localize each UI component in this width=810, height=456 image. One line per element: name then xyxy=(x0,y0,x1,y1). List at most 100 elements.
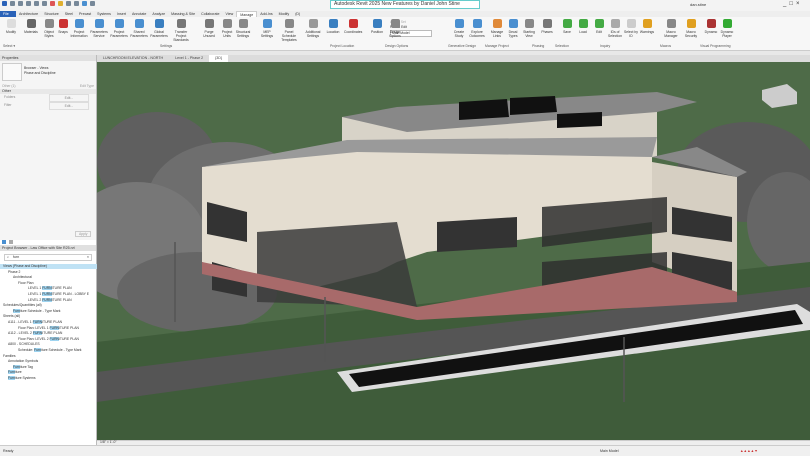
browser-item[interactable]: Phase 2 xyxy=(8,270,20,275)
button-label: Global Parameters xyxy=(150,30,168,38)
browser-item[interactable]: LEVEL 2 FURNITURE PLAN xyxy=(28,297,72,303)
item-text-pre: A112 - LEVEL 2 xyxy=(8,331,33,336)
browser-item[interactable]: Schedule: Furniture Schedule - Type Mark xyxy=(18,348,81,353)
project-information-button[interactable]: Project Information xyxy=(70,19,88,38)
location-button[interactable]: Location xyxy=(324,19,342,34)
sort-icon[interactable] xyxy=(9,240,13,244)
create-study-button[interactable]: Create Study xyxy=(450,19,468,38)
structural-settings-button[interactable]: Structural Settings xyxy=(234,19,252,38)
transfer-project-standards-button[interactable]: Transfer Project Standards xyxy=(172,19,190,42)
browser-item[interactable]: Floor Plan: LEVEL 2 FURNITURE PLAN xyxy=(18,336,79,342)
edit-type-button[interactable]: Edit Type xyxy=(80,83,94,89)
browser-item[interactable]: Furniture Schedule - Type Mark xyxy=(13,308,60,314)
button-label: Snaps xyxy=(58,30,68,34)
shared-parameters-button[interactable]: Shared Parameters xyxy=(130,19,148,38)
close-button[interactable]: × xyxy=(796,1,803,7)
browser-item[interactable]: Families xyxy=(3,354,16,359)
window-controls[interactable]: _□× xyxy=(783,1,802,7)
print-icon[interactable] xyxy=(42,1,47,6)
text-icon[interactable] xyxy=(66,1,71,6)
phases-button[interactable]: Phases xyxy=(538,19,556,34)
revit-logo-icon[interactable] xyxy=(2,1,7,6)
3d-view-icon[interactable] xyxy=(74,1,79,6)
property-edit-button[interactable]: Edit... xyxy=(49,102,89,110)
materials-button[interactable]: Materials xyxy=(22,19,40,34)
browser-item[interactable]: Sheets (all) xyxy=(3,314,20,319)
dynamo-player-button[interactable]: Dynamo Player xyxy=(718,19,736,38)
browser-item[interactable]: A800 - SCHEDULES xyxy=(8,342,40,347)
panel-label-select[interactable]: Select ▾ xyxy=(3,44,15,48)
maximize-button[interactable]: □ xyxy=(789,1,796,7)
button-label: Materials xyxy=(24,30,38,34)
type-selector[interactable]: Browser - Views Phase and Discipline xyxy=(0,61,96,83)
3d-viewport[interactable] xyxy=(97,62,810,440)
browser-item[interactable]: Furniture xyxy=(8,370,22,375)
browser-item[interactable]: Furniture Tag xyxy=(13,364,33,370)
panel-schedule-templates-button[interactable]: Panel Schedule Templates xyxy=(280,19,298,42)
undo-icon[interactable] xyxy=(26,1,31,6)
project-parameters-button[interactable]: Project Parameters xyxy=(110,19,128,38)
quick-access-toolbar[interactable] xyxy=(2,1,95,6)
view-cube-icon[interactable] xyxy=(762,84,797,108)
position-button[interactable]: Position xyxy=(368,19,386,34)
ribbon: Add to Set Pick to Edit Main Model Modif… xyxy=(0,17,810,51)
measure-icon[interactable] xyxy=(50,1,55,6)
doc-tab-lunchroom-elevation-north[interactable]: LUNCHROOM ELEVATION - NORTH xyxy=(97,55,169,62)
tag-icon[interactable] xyxy=(58,1,63,6)
button-label: Manage Links xyxy=(490,30,504,38)
thin-lines-icon[interactable] xyxy=(82,1,87,6)
global-parameters-button[interactable]: Global Parameters xyxy=(150,19,168,38)
user-account[interactable]: dan.stine xyxy=(690,2,706,7)
button-label: Explore Outcomes xyxy=(469,30,485,38)
clear-search-icon[interactable]: × xyxy=(87,255,89,260)
status-text: Ready xyxy=(3,449,14,453)
purge-unused-button[interactable]: Purge Unused xyxy=(200,19,218,38)
selection-filter-icons[interactable]: ▲▲▲▲▼ xyxy=(740,446,758,456)
macro-manager-button[interactable]: Macro Manager xyxy=(662,19,680,38)
additional-settings-button[interactable]: Additional Settings xyxy=(304,19,322,38)
coordinates-button[interactable]: Coordinates xyxy=(344,19,362,34)
apply-button[interactable]: Apply xyxy=(75,231,92,237)
browser-item[interactable]: A112 - LEVEL 2 FURNITURE PLAN xyxy=(8,331,62,336)
browser-item[interactable]: Schedules/Quantities (all) xyxy=(3,303,42,308)
explore-outcomes-button[interactable]: Explore Outcomes xyxy=(468,19,486,38)
item-text-hl: FURN xyxy=(42,297,52,302)
close-hidden-icon[interactable] xyxy=(90,1,95,6)
type-subname: Phase and Discipline xyxy=(24,71,56,75)
property-name: Filter xyxy=(4,103,12,107)
parameters-service-button[interactable]: Parameters Service xyxy=(90,19,108,38)
project-information-icon xyxy=(74,19,84,28)
redo-icon[interactable] xyxy=(34,1,39,6)
button-label: Macro Security xyxy=(684,30,698,38)
organize-icon[interactable] xyxy=(2,240,6,244)
browser-item[interactable]: Floor Plan: LEVEL 1 FURNITURE PLAN xyxy=(18,325,79,331)
doc-tab-3d[interactable]: {3D} xyxy=(209,55,229,62)
doc-tab-level-1-phase-2[interactable]: Level 1 - Phase 2 xyxy=(169,55,209,62)
browser-item[interactable]: LEVEL 1 FURNITURE PLAN xyxy=(28,286,72,291)
browser-item[interactable]: A111 - LEVEL 1 FURNITURE PLAN xyxy=(8,320,62,325)
design-options-button[interactable]: Design Options xyxy=(386,19,404,38)
browser-item[interactable]: Furniture Systems xyxy=(8,376,36,381)
browser-item[interactable]: Floor Plan xyxy=(18,281,33,286)
browser-item[interactable]: Annotation Symbols xyxy=(8,359,38,364)
browser-item[interactable]: Architectural xyxy=(13,275,32,280)
view-scale[interactable]: 1/8" = 1'-0" xyxy=(100,440,117,444)
browser-search-input[interactable]: ⌕ furn × xyxy=(4,254,92,261)
edit-icon xyxy=(594,19,604,28)
mep-settings-button[interactable]: MEP Settings xyxy=(258,19,276,38)
save-icon[interactable] xyxy=(18,1,23,6)
modify-button[interactable]: Modify xyxy=(2,19,20,34)
button-label: Modify xyxy=(6,30,16,34)
position-icon xyxy=(372,19,382,28)
macro-security-button[interactable]: Macro Security xyxy=(682,19,700,38)
browser-item[interactable]: Views (Phase and Discipline) xyxy=(0,264,97,269)
explore-outcomes-icon xyxy=(472,19,482,28)
active-design-option[interactable]: Main Model xyxy=(600,446,619,456)
starting-view-button[interactable]: Starting View xyxy=(520,19,538,38)
warnings-button[interactable]: Warnings xyxy=(638,19,656,34)
property-edit-button[interactable]: Edit... xyxy=(49,94,89,102)
open-icon[interactable] xyxy=(10,1,15,6)
item-text-pre: LEVEL 1 xyxy=(28,292,43,296)
browser-item[interactable]: LEVEL 1 FURNITURE PLAN - LOBBY E xyxy=(28,292,89,297)
item-text-post: Families xyxy=(3,353,16,358)
